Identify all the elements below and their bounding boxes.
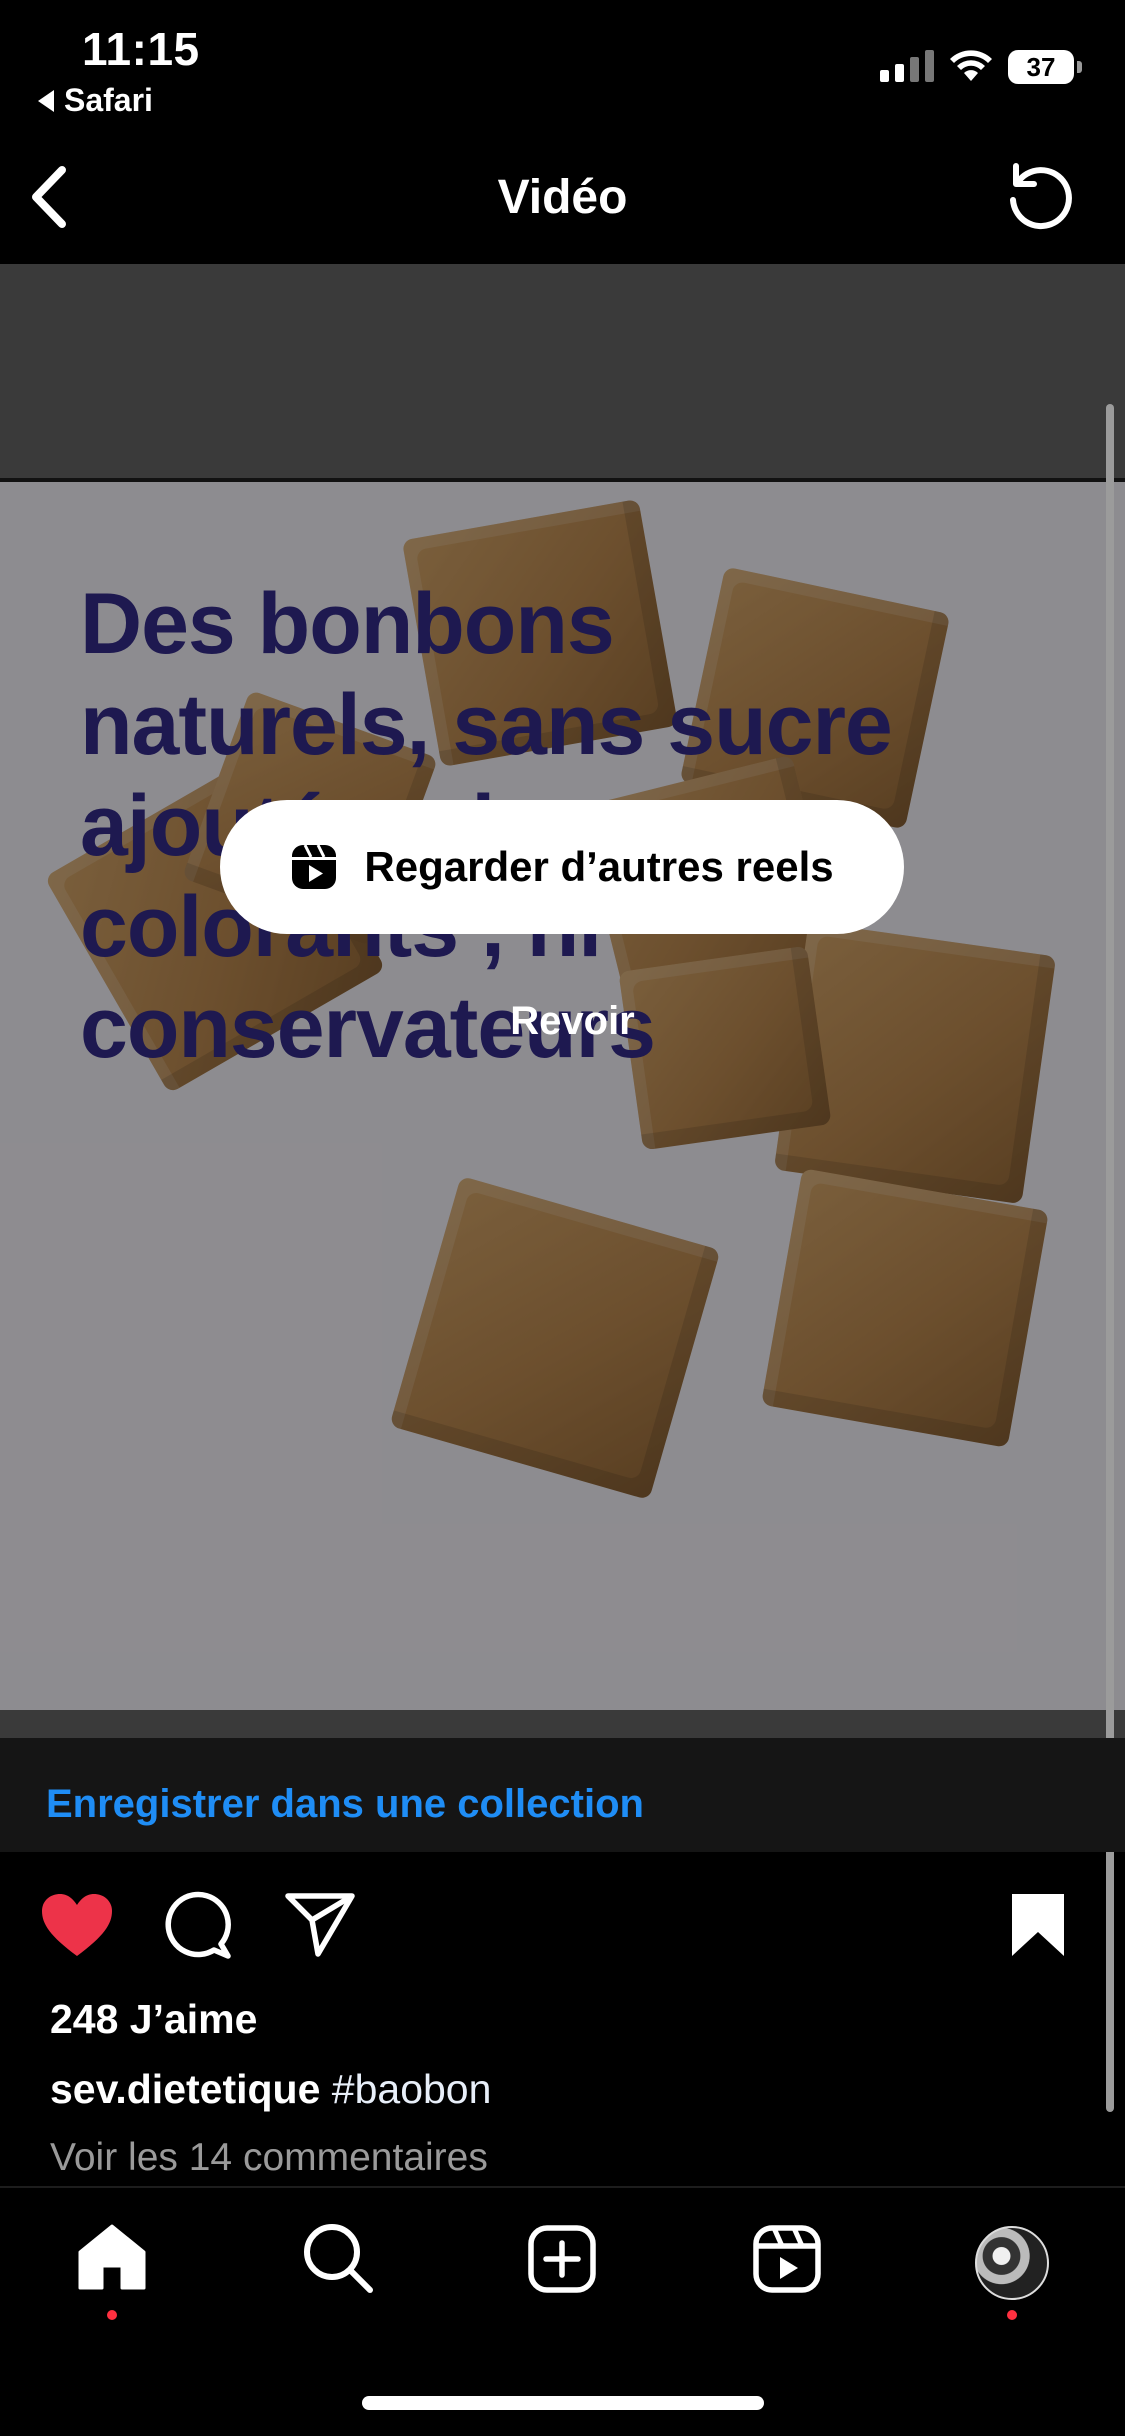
search-icon[interactable] bbox=[302, 2222, 374, 2294]
watch-more-reels-label: Regarder d’autres reels bbox=[364, 843, 834, 890]
battery-cap bbox=[1077, 61, 1082, 73]
profile-notification-dot bbox=[1007, 2310, 1017, 2320]
watch-more-reels-button[interactable]: Regarder d’autres reels bbox=[220, 800, 904, 934]
profile-avatar[interactable] bbox=[975, 2226, 1049, 2300]
post-caption: sev.dietetique #baobon bbox=[50, 2066, 491, 2113]
back-app-label: Safari bbox=[64, 82, 153, 118]
reload-icon[interactable] bbox=[1004, 160, 1078, 234]
caption-username[interactable]: sev.dietetique bbox=[50, 2066, 320, 2112]
battery-icon: 37 bbox=[1008, 50, 1074, 84]
scrollbar[interactable] bbox=[1106, 404, 1114, 2112]
signal-icon bbox=[880, 48, 934, 82]
share-icon[interactable] bbox=[284, 1890, 356, 1958]
save-to-collection-link[interactable]: Enregistrer dans une collection bbox=[46, 1782, 644, 1827]
reels-icon bbox=[292, 844, 337, 889]
home-icon[interactable] bbox=[76, 2222, 148, 2292]
create-icon[interactable] bbox=[527, 2224, 597, 2294]
wifi-icon bbox=[950, 50, 992, 81]
video-player[interactable]: Des bonbons naturels, sans sucre ajoutés… bbox=[0, 264, 1125, 1738]
back-to-safari[interactable]: Safari bbox=[38, 82, 153, 119]
status-time: 11:15 bbox=[82, 23, 200, 75]
heart-icon[interactable] bbox=[40, 1892, 114, 1958]
back-triangle-icon bbox=[38, 89, 54, 112]
battery-percent: 37 bbox=[1026, 51, 1056, 82]
comment-icon[interactable] bbox=[164, 1890, 234, 1960]
reels-tab-icon[interactable] bbox=[752, 2224, 822, 2294]
likes-count[interactable]: 248 J’aime bbox=[50, 1996, 257, 2043]
caption-hashtag[interactable]: #baobon bbox=[332, 2066, 492, 2112]
view-comments-link[interactable]: Voir les 14 commentaires bbox=[50, 2136, 488, 2180]
home-notification-dot bbox=[107, 2310, 117, 2320]
home-indicator[interactable] bbox=[362, 2396, 764, 2410]
bookmark-icon[interactable] bbox=[1010, 1892, 1066, 1958]
tabbar-divider bbox=[0, 2186, 1125, 2188]
page-title: Vidéo bbox=[497, 171, 628, 224]
replay-button[interactable]: Revoir bbox=[0, 999, 1125, 1044]
